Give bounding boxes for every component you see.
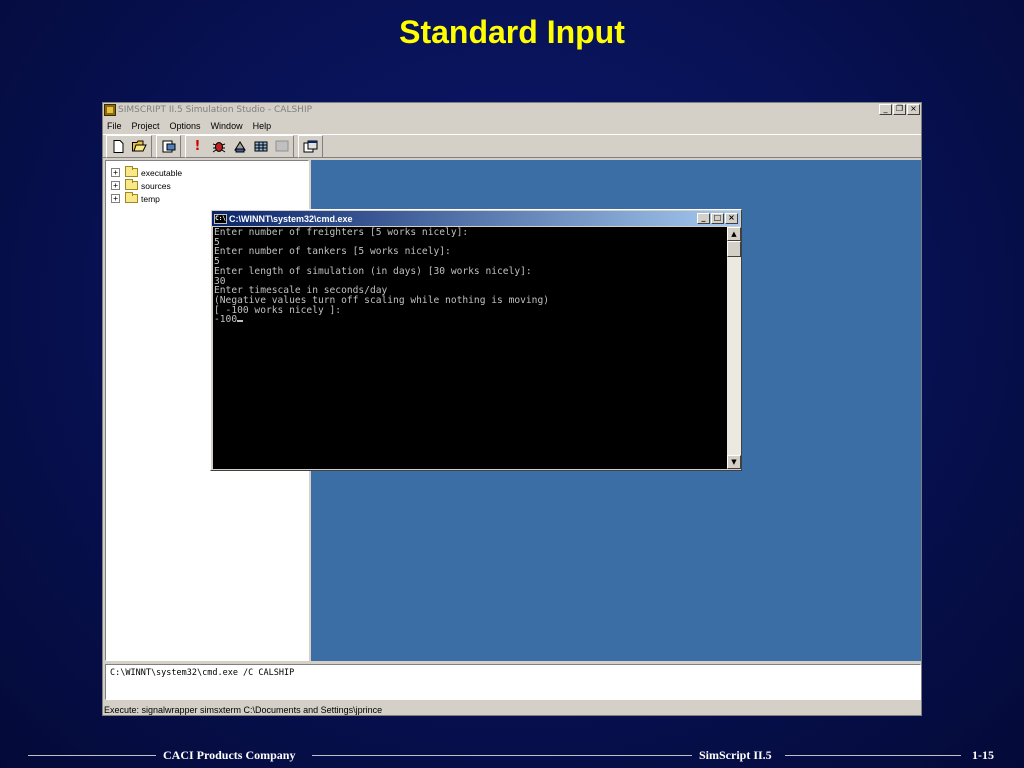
vertical-scrollbar[interactable]: ▲ ▼ — [727, 227, 741, 469]
tree-item-label: sources — [141, 180, 171, 191]
expand-icon[interactable]: + — [111, 168, 120, 177]
build-icon[interactable] — [229, 137, 250, 156]
exclamation-icon[interactable]: ! — [187, 137, 208, 156]
folder-icon — [125, 179, 138, 190]
cmd-icon[interactable]: C:\ — [214, 213, 227, 224]
expand-icon[interactable]: + — [111, 194, 120, 203]
console-input: -100 — [214, 314, 238, 326]
menubar: File Project Options Window Help — [103, 118, 921, 133]
menu-file[interactable]: File — [107, 121, 122, 131]
menu-options[interactable]: Options — [170, 121, 201, 131]
debug-bug-icon[interactable] — [208, 137, 229, 156]
scroll-up-icon[interactable]: ▲ — [727, 227, 741, 241]
minimize-button[interactable]: _ — [879, 104, 892, 115]
console-line: [ -100 works nicely ]: — [214, 304, 342, 316]
output-text: C:\WINNT\system32\cmd.exe /C CALSHIP — [110, 668, 295, 678]
app-titlebar[interactable]: SIMSCRIPT II.5 Simulation Studio - CALSH… — [103, 103, 921, 117]
console-input-line: -100 — [214, 315, 727, 325]
slide-footer: CACI Products Company SimScript II.5 1-1… — [0, 746, 1024, 764]
tree-item-sources[interactable]: + sources — [106, 179, 308, 192]
footer-product: SimScript II.5 — [699, 748, 772, 762]
text-cursor — [237, 320, 244, 323]
cmd-title: C:\WINNT\system32\cmd.exe — [229, 213, 353, 224]
footer-company: CACI Products Company — [163, 748, 296, 762]
console-line: Enter number of freighters [5 works nice… — [214, 227, 469, 238]
status-bar: Execute: signalwrapper simsxterm C:\Docu… — [103, 704, 921, 716]
folder-icon — [125, 166, 138, 177]
console-line: Enter number of tankers [5 works nicely]… — [214, 246, 451, 258]
menu-project[interactable]: Project — [132, 121, 160, 131]
footer-page-number: 1-15 — [972, 748, 994, 762]
compile-icon[interactable] — [158, 137, 179, 156]
slide-title: Standard Input — [399, 14, 625, 50]
output-pane[interactable]: C:\WINNT\system32\cmd.exe /C CALSHIP — [105, 664, 921, 700]
restore-button[interactable]: ❐ — [893, 104, 906, 115]
scroll-thumb[interactable] — [727, 241, 741, 257]
console-output[interactable]: Enter number of freighters [5 works nice… — [213, 227, 727, 469]
app-title: SIMSCRIPT II.5 Simulation Studio - CALSH… — [118, 105, 313, 115]
tree-item-label: executable — [141, 167, 183, 178]
cmd-titlebar[interactable]: C:\ C:\WINNT\system32\cmd.exe _ □ × — [212, 211, 740, 226]
tree-item-label: temp — [141, 193, 160, 204]
tree-item-temp[interactable]: + temp — [106, 192, 308, 205]
toolbar: ! — [103, 134, 921, 158]
cmd-minimize-button[interactable]: _ — [697, 213, 710, 224]
tree-item-executable[interactable]: + executable — [106, 166, 308, 179]
cmd-window: C:\ C:\WINNT\system32\cmd.exe _ □ × Ente… — [210, 209, 742, 471]
expand-icon[interactable]: + — [111, 181, 120, 190]
open-folder-icon[interactable] — [129, 137, 150, 156]
scroll-down-icon[interactable]: ▼ — [727, 455, 741, 469]
menu-help[interactable]: Help — [253, 121, 272, 131]
disabled-tool-icon[interactable] — [271, 137, 292, 156]
window-icon[interactable] — [300, 137, 321, 156]
grid-icon[interactable] — [250, 137, 271, 156]
app-icon[interactable] — [104, 104, 116, 116]
folder-icon — [125, 192, 138, 203]
cmd-maximize-button[interactable]: □ — [711, 213, 724, 224]
menu-window[interactable]: Window — [211, 121, 243, 131]
status-text: Execute: signalwrapper simsxterm C:\Docu… — [104, 705, 383, 715]
console-line: Enter length of simulation (in days) [30… — [214, 265, 532, 277]
new-file-icon[interactable] — [108, 137, 129, 156]
cmd-close-button[interactable]: × — [725, 213, 738, 224]
close-button[interactable]: × — [907, 104, 920, 115]
